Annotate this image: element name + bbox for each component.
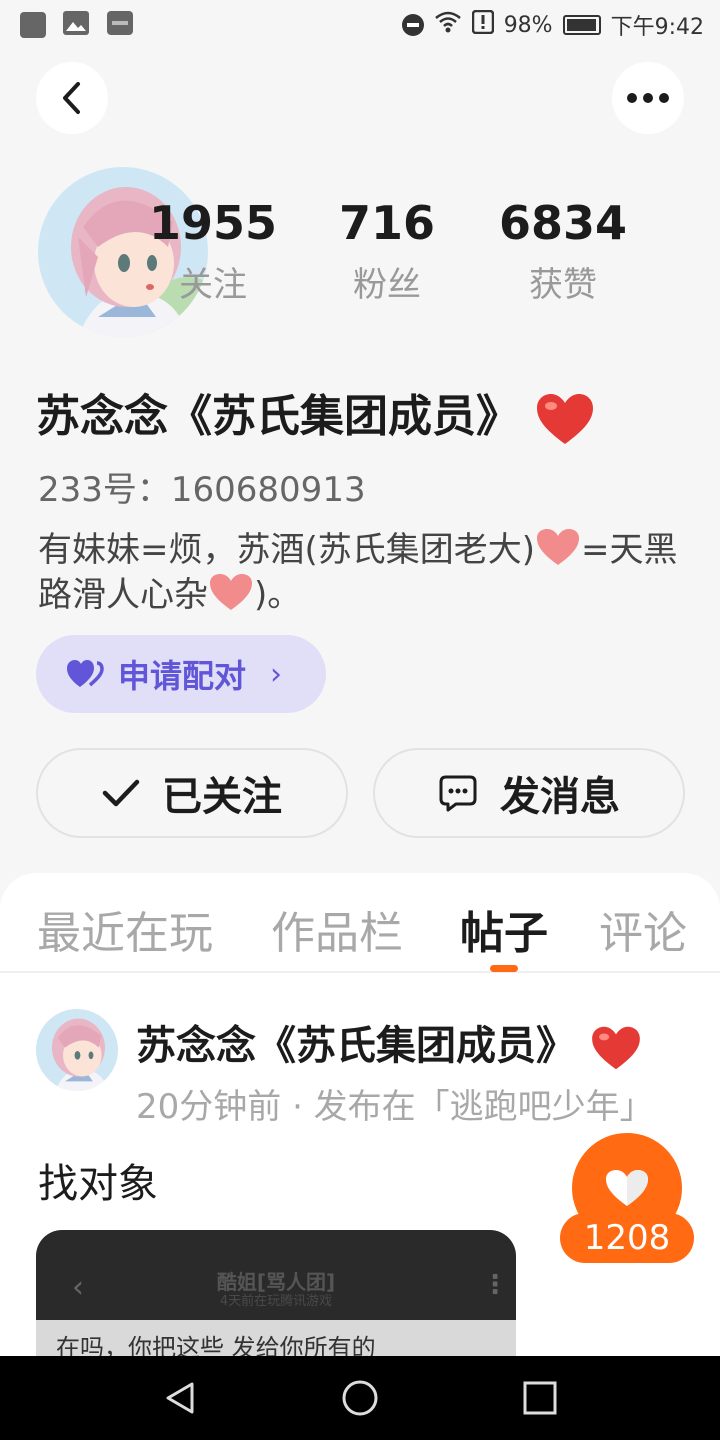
stat-likes-label: 获赞 <box>529 265 597 306</box>
stat-fans-label: 粉丝 <box>353 265 421 306</box>
status-left <box>20 10 134 40</box>
post-author-row[interactable]: 苏念念《苏氏集团成员》 <box>136 1013 642 1071</box>
battery-percent: 98% <box>503 12 553 38</box>
chevron-left-icon <box>63 82 80 114</box>
nav-home-icon[interactable] <box>340 1378 380 1418</box>
pink-heart-icon <box>537 529 580 565</box>
post-meta: 20分钟前 · 发布在「逃跑吧少年」 <box>136 1087 654 1127</box>
stat-following-value: 1955 <box>148 196 278 250</box>
stat-fans-value: 716 <box>338 196 436 250</box>
image-chat-subtitle: 4天前在玩腾讯游戏 <box>219 1294 333 1309</box>
check-icon <box>102 779 140 807</box>
post-image[interactable]: ‹ 酷姐[骂人团] 4天前在玩腾讯游戏 ⋮ 在吗，你把这些 发给你所有的 <box>36 1230 516 1363</box>
gallery-icon <box>62 10 90 40</box>
post-author-avatar[interactable] <box>36 1009 118 1091</box>
tab-bar: 最近在玩 作品栏 帖子 评论 <box>0 873 720 973</box>
tab-works[interactable]: 作品栏 <box>271 897 403 961</box>
stat-likes-value: 6834 <box>498 196 628 250</box>
more-dots-icon <box>627 93 669 103</box>
nav-recents-icon[interactable] <box>520 1378 560 1418</box>
red-heart-icon <box>592 1026 640 1070</box>
hms-icon <box>106 10 134 40</box>
system-nav-bar <box>0 1356 720 1440</box>
like-count: 1208 <box>560 1213 694 1263</box>
back-button[interactable] <box>36 62 108 134</box>
more-button[interactable] <box>612 62 684 134</box>
profile-name-row: 苏念念《苏氏集团成员》 <box>36 380 595 446</box>
post-author-name: 苏念念《苏氏集团成员》 <box>136 1023 576 1069</box>
battery-level <box>566 19 596 31</box>
status-right: 98% 下午9:42 <box>401 9 704 41</box>
double-heart-icon <box>67 660 104 687</box>
chat-bubble-icon <box>439 775 477 812</box>
tab-posts[interactable]: 帖子 <box>460 897 548 961</box>
clock: 下午9:42 <box>610 15 704 40</box>
app-icon <box>20 12 46 38</box>
image-more-icon: ⋮ <box>482 1270 508 1300</box>
match-button-label: 申请配对 <box>118 657 247 695</box>
message-button[interactable]: 发消息 <box>373 748 685 838</box>
dnd-icon <box>401 14 424 36</box>
profile-name: 苏念念《苏氏集团成员》 <box>36 391 520 442</box>
wifi-icon <box>434 10 462 40</box>
tab-recently-played[interactable]: 最近在玩 <box>37 897 213 961</box>
alert-icon <box>471 9 494 40</box>
message-button-label: 发消息 <box>500 774 620 820</box>
stat-likes[interactable]: 6834 获赞 <box>478 196 648 306</box>
stat-following-label: 关注 <box>179 265 247 306</box>
pink-heart-icon <box>210 574 252 610</box>
tab-comments[interactable]: 评论 <box>599 897 687 961</box>
status-bar: 98% 下午9:42 <box>0 0 720 50</box>
like-button[interactable]: 1208 <box>560 1133 694 1263</box>
red-heart-icon <box>537 394 594 444</box>
nav-back-icon[interactable] <box>160 1378 200 1418</box>
followed-button[interactable]: 已关注 <box>36 748 348 838</box>
followed-button-label: 已关注 <box>162 774 282 820</box>
battery-icon <box>562 15 601 35</box>
chevron-right-icon: › <box>270 656 283 692</box>
user-id: 233号：160680913 <box>38 470 366 510</box>
bio-part1: 有妹妹=烦，苏酒(苏氏集团老大) <box>38 530 536 570</box>
match-button[interactable]: 申请配对 › <box>36 635 326 713</box>
stat-fans[interactable]: 716 粉丝 <box>302 196 472 306</box>
bio: 有妹妹=烦，苏酒(苏氏集团老大) =天黑路滑人心杂)。 <box>38 527 688 617</box>
stat-following[interactable]: 1955 关注 <box>128 196 298 306</box>
active-tab-indicator <box>490 965 518 972</box>
content-card: 最近在玩 作品栏 帖子 评论 苏念念《苏氏集团成员》 20分钟前 · 发布在「逃… <box>0 873 720 1363</box>
heart-icon <box>606 1170 648 1206</box>
bio-part3: )。 <box>254 575 302 615</box>
post-title[interactable]: 找对象 <box>38 1151 158 1209</box>
